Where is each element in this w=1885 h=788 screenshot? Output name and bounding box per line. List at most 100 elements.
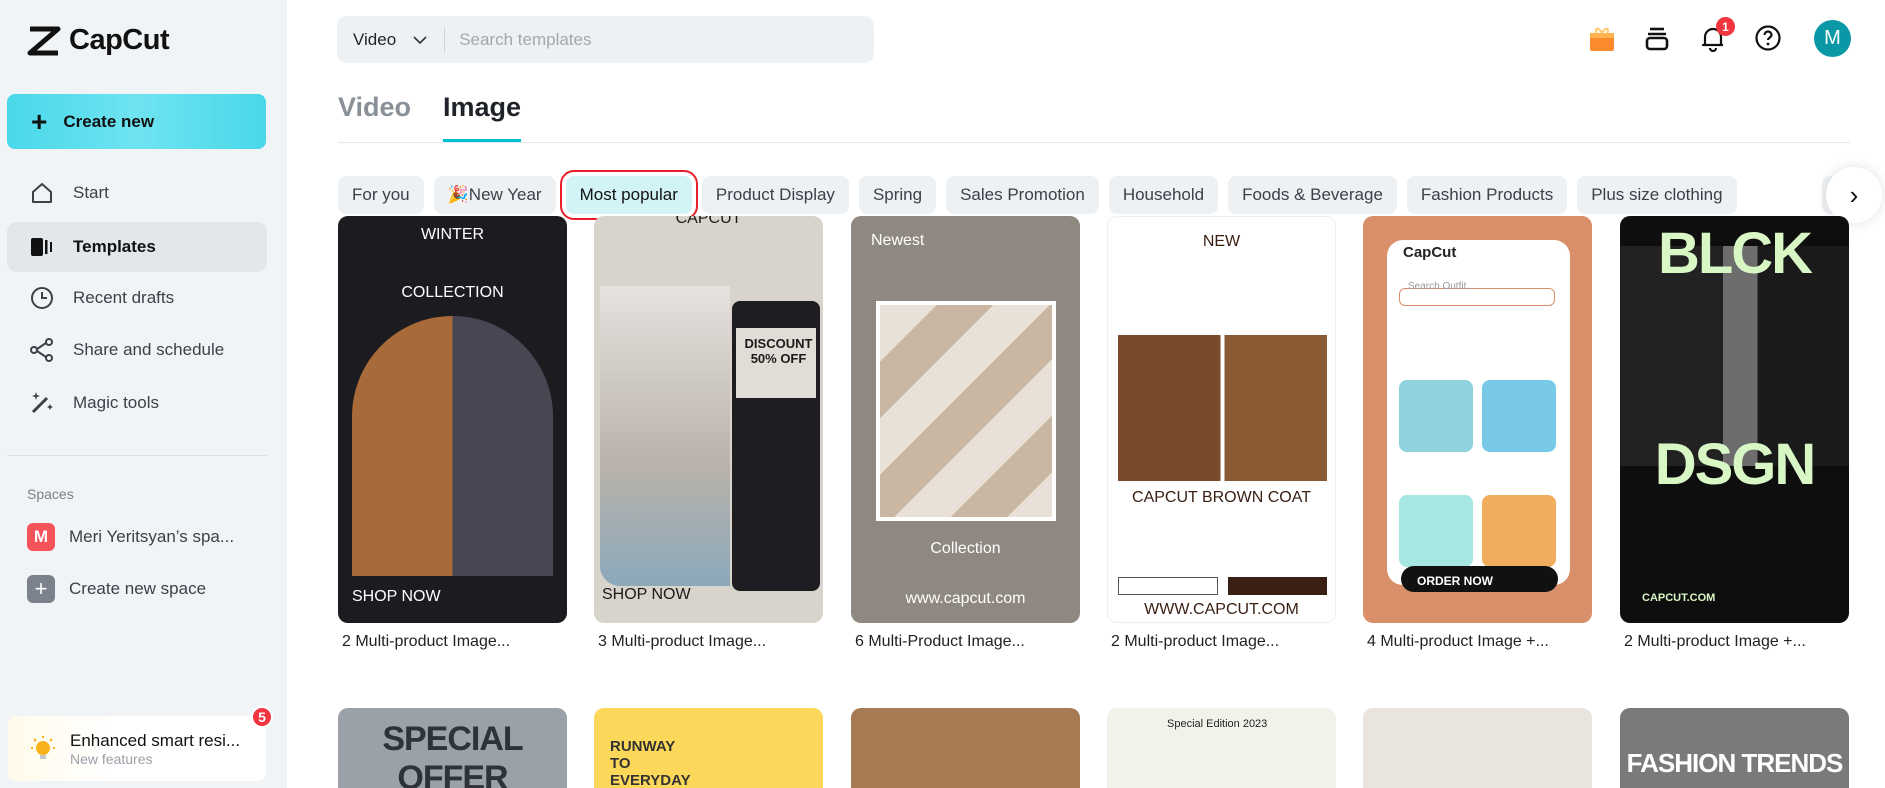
thumbnail-subtitle: CAPCUT BROWN COAT [1132, 489, 1311, 506]
template-thumbnail[interactable] [1363, 708, 1592, 788]
thumbnail-headline: Special Edition 2023 [1167, 718, 1268, 730]
app-name: CapCut [69, 24, 170, 56]
thumbnail-headline: RUNWAY TO EVERYDAY [610, 738, 691, 788]
template-title[interactable]: 3 Multi-product Image... [598, 633, 766, 651]
home-icon [32, 183, 52, 203]
template-thumbnail[interactable]: NEW CAPCUT BROWN COAT WWW.CAPCUT.COM [1107, 216, 1336, 623]
user-avatar[interactable]: M [1814, 20, 1851, 57]
thumbnail-headline: NEW [1202, 233, 1241, 250]
sidebar-item-magic-tools[interactable]: Magic tools [7, 378, 267, 428]
tab-video[interactable]: Video [338, 92, 411, 123]
chip-sales-promotion[interactable]: Sales Promotion [946, 176, 1099, 214]
chips-next-button[interactable]: › [1826, 167, 1882, 223]
collage-photos [876, 301, 1056, 521]
chip-foods-beverage[interactable]: Foods & Beverage [1228, 176, 1397, 214]
thumbnail-subtitle: Collection [930, 540, 1001, 557]
chip-for-you[interactable]: For you [338, 176, 424, 214]
template-title[interactable]: 2 Multi-product Image... [342, 633, 510, 651]
tab-image[interactable]: Image [443, 92, 521, 123]
product-photo [1118, 335, 1327, 481]
chip-spring[interactable]: Spring [858, 176, 937, 214]
create-new-button[interactable]: + Create new [7, 94, 266, 149]
sidebar: CapCut + Create new Start Templates Recent… [0, 0, 287, 788]
search-type-dropdown[interactable]: Video [353, 30, 396, 50]
sidebar-item-label: Recent drafts [73, 288, 175, 307]
chip-plus-size-clothing[interactable]: Plus size clothing [1577, 176, 1737, 214]
chip-new-year[interactable]: 🎉New Year [433, 176, 556, 214]
thumbnail-footer: SHOP NOW [602, 586, 691, 603]
template-thumbnail[interactable]: WINTER COLLECTION SHOP NOW [338, 216, 567, 623]
lightbulb-icon [31, 735, 55, 759]
create-space-label: Create new space [69, 579, 207, 598]
sidebar-item-share-and-schedule[interactable]: Share and schedule [7, 325, 267, 375]
thumbnail-headline: SPECIAL OFFER [382, 720, 523, 788]
space-label: Meri Yeritsyan’s spa... [69, 527, 235, 546]
template-title[interactable]: 4 Multi-product Image +... [1367, 633, 1549, 651]
sidebar-item-recent-drafts[interactable]: Recent drafts [7, 273, 267, 323]
thumbnail-subtitle: DSGN [1654, 432, 1817, 497]
thumbnail-headline: CAPCUT [675, 216, 742, 227]
thumbnail-footer: www.capcut.com [905, 590, 1026, 607]
spaces-heading: Spaces [27, 486, 74, 502]
thumbnail-headline: Newest [871, 232, 925, 249]
thumbnail-subtitle: DISCOUNT 50% OFF [744, 336, 813, 366]
thumbnail-headline: BLCK [1657, 221, 1813, 286]
tab-divider [338, 142, 1850, 143]
thumbnail-footer: WWW.CAPCUT.COM [1144, 601, 1299, 618]
shop-now-box [1118, 577, 1218, 595]
chip-product-display[interactable]: Product Display [701, 176, 849, 214]
template-thumbnail[interactable]: RUNWAY TO EVERYDAY [594, 708, 823, 788]
sidebar-item-label: Start [73, 183, 109, 202]
magic-wand-icon [31, 392, 53, 414]
chip-fashion-products[interactable]: Fashion Products [1406, 176, 1568, 214]
more-detail-box [1228, 577, 1327, 595]
thumbnail-headline: WINTER [420, 226, 485, 243]
product-photo [600, 286, 730, 586]
plus-icon: + [31, 105, 48, 137]
template-thumbnail[interactable]: BLCK DSGN CAPCUT.COM [1620, 216, 1849, 623]
search-divider [444, 26, 446, 53]
template-thumbnail[interactable]: Special Edition 2023 [1107, 708, 1336, 788]
chip-most-popular[interactable]: Most popular [559, 170, 698, 220]
template-title[interactable]: 2 Multi-product Image... [1111, 633, 1279, 651]
template-thumbnail[interactable] [851, 708, 1080, 788]
template-thumbnail[interactable]: CapCut Search Outfit... ORDER NOW [1363, 216, 1592, 623]
thumbnail-subtitle: Search Outfit... [1408, 281, 1475, 292]
sidebar-item-label: Templates [73, 237, 156, 256]
capcut-logo[interactable]: CapCut [27, 24, 170, 57]
feature-subtitle: New features [70, 750, 153, 767]
sidebar-divider [7, 455, 267, 456]
template-thumbnail[interactable]: Newest Collection www.capcut.com [851, 216, 1080, 623]
template-thumbnail[interactable]: FASHION TRENDS [1620, 708, 1849, 788]
thumbnail-footer: CAPCUT.COM [1642, 592, 1716, 604]
template-title[interactable]: 2 Multi-product Image +... [1624, 633, 1806, 651]
chevron-right-icon: › [1849, 179, 1859, 210]
gift-icon[interactable] [1588, 24, 1616, 52]
new-features-card[interactable]: Enhanced smart resi... New features [8, 716, 266, 781]
sidebar-item-label: Share and schedule [73, 340, 225, 359]
product-photo [352, 316, 553, 576]
sidebar-item-label: Magic tools [73, 393, 159, 412]
plus-icon: + [27, 575, 55, 603]
template-title[interactable]: 6 Multi-Product Image... [855, 633, 1025, 651]
space-avatar: M [27, 523, 55, 551]
template-thumbnail[interactable]: CAPCUT DISCOUNT 50% OFF SHOP NOW [594, 216, 823, 623]
thumbnail-footer: ORDER NOW [1417, 574, 1493, 588]
capcut-logo-icon [27, 26, 61, 55]
search-bar: Video [337, 16, 874, 63]
search-input[interactable] [459, 29, 860, 50]
help-icon[interactable] [1754, 24, 1782, 52]
sidebar-item-templates[interactable]: Templates [7, 222, 267, 272]
layers-icon[interactable] [1643, 24, 1671, 52]
chip-household[interactable]: Household [1108, 176, 1219, 214]
chevron-down-icon[interactable] [412, 35, 428, 45]
category-chips: For you 🎉New Year Most popular Product Disp… [338, 170, 1737, 220]
template-thumbnail[interactable]: SPECIAL OFFER [338, 708, 567, 788]
create-new-space-button[interactable]: + Create new space [27, 575, 206, 603]
sidebar-item-start[interactable]: Start [7, 168, 267, 218]
templates-icon [31, 238, 52, 256]
share-icon [30, 338, 53, 362]
notification-badge: 1 [1716, 17, 1735, 36]
space-item-meri[interactable]: M Meri Yeritsyan’s spa... [27, 523, 234, 551]
active-tab-underline [443, 139, 521, 142]
